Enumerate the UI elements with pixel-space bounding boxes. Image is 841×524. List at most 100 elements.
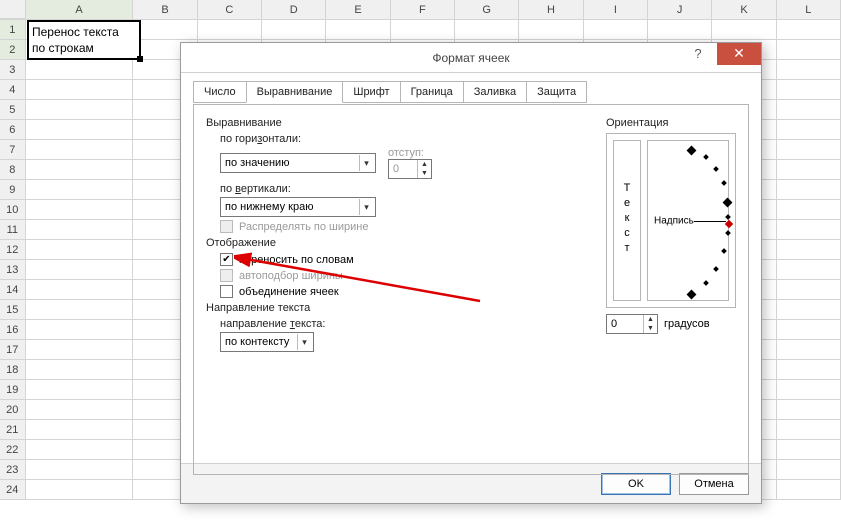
cell[interactable] — [777, 480, 841, 500]
row-header-20[interactable]: 20 — [0, 400, 26, 420]
select-all-corner[interactable] — [0, 0, 26, 19]
cell[interactable] — [26, 180, 134, 200]
col-header-A[interactable]: A — [26, 0, 134, 19]
cell[interactable] — [777, 240, 841, 260]
chevron-down-icon[interactable]: ▼ — [644, 324, 657, 333]
row-header-7[interactable]: 7 — [0, 140, 26, 160]
cell[interactable] — [262, 20, 326, 40]
help-button[interactable]: ? — [683, 43, 713, 65]
ok-button[interactable]: OK — [601, 473, 671, 495]
cell[interactable] — [777, 220, 841, 240]
close-button[interactable]: ✕ — [717, 43, 761, 65]
row-header-2[interactable]: 2 — [0, 40, 26, 60]
tab-protection[interactable]: Защита — [526, 81, 587, 103]
tab-number[interactable]: Число — [193, 81, 247, 103]
cell[interactable] — [777, 80, 841, 100]
cell[interactable] — [26, 220, 134, 240]
row-header-23[interactable]: 23 — [0, 460, 26, 480]
cell[interactable] — [777, 100, 841, 120]
row-header-4[interactable]: 4 — [0, 80, 26, 100]
cell[interactable] — [26, 460, 134, 480]
chevron-up-icon[interactable]: ▲ — [644, 315, 657, 324]
cell[interactable] — [777, 180, 841, 200]
chevron-down-icon[interactable]: ▼ — [418, 169, 431, 178]
row-header-21[interactable]: 21 — [0, 420, 26, 440]
cell[interactable] — [777, 40, 841, 60]
col-header-L[interactable]: L — [777, 0, 841, 19]
cell[interactable] — [584, 20, 648, 40]
select-text-direction[interactable]: по контексту ▾ — [220, 332, 314, 352]
cell[interactable] — [26, 60, 134, 80]
cell[interactable] — [26, 360, 134, 380]
row-header-9[interactable]: 9 — [0, 180, 26, 200]
col-header-D[interactable]: D — [262, 0, 326, 19]
select-vertical[interactable]: по нижнему краю ▾ — [220, 197, 376, 217]
cell[interactable] — [777, 160, 841, 180]
row-header-22[interactable]: 22 — [0, 440, 26, 460]
chevron-up-icon[interactable]: ▲ — [418, 160, 431, 169]
cell[interactable] — [26, 80, 134, 100]
tab-fill[interactable]: Заливка — [463, 81, 527, 103]
cell[interactable] — [198, 20, 262, 40]
col-header-H[interactable]: H — [519, 0, 583, 19]
cell[interactable] — [777, 320, 841, 340]
cell[interactable] — [26, 100, 134, 120]
row-header-1[interactable]: 1 — [0, 20, 26, 40]
cell[interactable] — [777, 280, 841, 300]
cell[interactable] — [777, 200, 841, 220]
tab-font[interactable]: Шрифт — [342, 81, 400, 103]
cell[interactable] — [519, 20, 583, 40]
tab-border[interactable]: Граница — [400, 81, 464, 103]
cell[interactable] — [26, 260, 134, 280]
row-header-16[interactable]: 16 — [0, 320, 26, 340]
row-header-5[interactable]: 5 — [0, 100, 26, 120]
cancel-button[interactable]: Отмена — [679, 473, 749, 495]
cell[interactable] — [391, 20, 455, 40]
orientation-vertical-text-box[interactable]: Т е к с т — [613, 140, 641, 301]
cell[interactable] — [26, 320, 134, 340]
cell[interactable] — [777, 340, 841, 360]
cell[interactable] — [777, 460, 841, 480]
cell[interactable] — [26, 380, 134, 400]
spinner-degrees[interactable]: 0 ▲▼ — [606, 314, 658, 334]
row-header-6[interactable]: 6 — [0, 120, 26, 140]
col-header-F[interactable]: F — [391, 0, 455, 19]
selected-cell-A1A2[interactable]: Перенос текста по строкам — [27, 20, 141, 60]
cell[interactable] — [26, 200, 134, 220]
row-header-11[interactable]: 11 — [0, 220, 26, 240]
col-header-I[interactable]: I — [584, 0, 648, 19]
cell[interactable] — [777, 420, 841, 440]
cell[interactable] — [777, 140, 841, 160]
col-header-K[interactable]: K — [712, 0, 776, 19]
cell[interactable] — [326, 20, 390, 40]
row-header-3[interactable]: 3 — [0, 60, 26, 80]
cell[interactable] — [712, 20, 776, 40]
cell[interactable] — [26, 440, 134, 460]
row-header-19[interactable]: 19 — [0, 380, 26, 400]
cell[interactable] — [26, 480, 134, 500]
row-header-14[interactable]: 14 — [0, 280, 26, 300]
cell[interactable] — [777, 380, 841, 400]
cell[interactable] — [26, 240, 134, 260]
cell[interactable] — [777, 60, 841, 80]
cell[interactable] — [777, 20, 841, 40]
col-header-G[interactable]: G — [455, 0, 519, 19]
row-header-24[interactable]: 24 — [0, 480, 26, 500]
cell[interactable] — [26, 120, 134, 140]
orientation-dial[interactable]: Надпись — [647, 140, 729, 301]
cell[interactable] — [26, 160, 134, 180]
row-header-10[interactable]: 10 — [0, 200, 26, 220]
cell[interactable] — [648, 20, 712, 40]
row-header-17[interactable]: 17 — [0, 340, 26, 360]
cell[interactable] — [777, 400, 841, 420]
cell[interactable] — [455, 20, 519, 40]
cell[interactable] — [26, 280, 134, 300]
dialog-title-bar[interactable]: Формат ячеек ? ✕ — [181, 43, 761, 73]
row-header-18[interactable]: 18 — [0, 360, 26, 380]
cell[interactable] — [777, 440, 841, 460]
row-header-12[interactable]: 12 — [0, 240, 26, 260]
cell[interactable] — [26, 340, 134, 360]
cell[interactable] — [133, 20, 197, 40]
col-header-C[interactable]: C — [198, 0, 262, 19]
row-header-13[interactable]: 13 — [0, 260, 26, 280]
